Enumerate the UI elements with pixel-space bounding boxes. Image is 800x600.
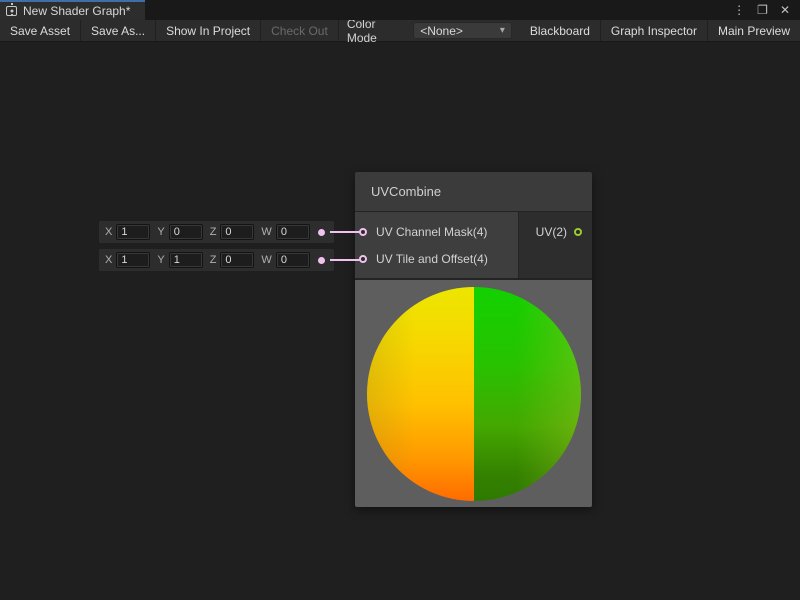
z-input[interactable] <box>220 252 254 268</box>
uv-preview-sphere <box>367 287 581 501</box>
x-input[interactable] <box>116 224 150 240</box>
sphere-right-half <box>474 287 581 501</box>
node-output-section: UV(2) <box>518 212 592 278</box>
show-in-project-button[interactable]: Show In Project <box>156 20 261 41</box>
maximize-icon[interactable]: ❐ <box>753 1 772 19</box>
input-port-label: UV Tile and Offset(4) <box>376 252 488 266</box>
graph-canvas[interactable]: X Y Z W X <box>0 42 800 600</box>
y-input[interactable] <box>169 224 203 240</box>
y-input[interactable] <box>169 252 203 268</box>
y-field: Y <box>157 252 202 268</box>
z-field: Z <box>210 252 255 268</box>
sphere-left-half <box>367 287 474 501</box>
main-preview-button[interactable]: Main Preview <box>708 20 800 41</box>
node-body: UV Channel Mask(4) UV Tile and Offset(4)… <box>355 212 592 278</box>
color-mode-label: Color Mode <box>339 20 413 41</box>
tab-title: New Shader Graph* <box>23 4 130 18</box>
node-input-section: UV Channel Mask(4) UV Tile and Offset(4) <box>355 212 518 278</box>
window-controls: ⋮ ❐ ✕ <box>729 0 800 20</box>
y-label: Y <box>157 226 164 238</box>
input-port-row: UV Tile and Offset(4) <box>359 245 518 272</box>
node-preview <box>355 278 592 507</box>
shader-graph-window: New Shader Graph* ⋮ ❐ ✕ Save Asset Save … <box>0 0 800 600</box>
z-field: Z <box>210 224 255 240</box>
x-label: X <box>105 254 112 266</box>
z-label: Z <box>210 254 217 266</box>
shader-graph-icon <box>6 6 17 16</box>
y-field: Y <box>157 224 202 240</box>
x-input[interactable] <box>116 252 150 268</box>
w-field: W <box>261 252 309 268</box>
input-port-label: UV Channel Mask(4) <box>376 225 487 239</box>
tab-bar: New Shader Graph* ⋮ ❐ ✕ <box>0 0 800 20</box>
close-icon[interactable]: ✕ <box>776 1 794 19</box>
color-mode-dropdown[interactable]: <None> ▾ <box>413 22 512 39</box>
node-title: UVCombine <box>371 184 441 199</box>
w-input[interactable] <box>276 252 310 268</box>
z-label: Z <box>210 226 217 238</box>
chevron-down-icon: ▾ <box>500 25 505 36</box>
input-port-icon[interactable] <box>359 228 367 236</box>
toolbar: Save Asset Save As... Show In Project Ch… <box>0 20 800 42</box>
w-input[interactable] <box>276 224 310 240</box>
output-port-icon[interactable] <box>574 228 582 236</box>
toolbar-right-group: Color Mode <None> ▾ Blackboard Graph Ins… <box>339 20 800 41</box>
y-label: Y <box>157 254 164 266</box>
blackboard-button[interactable]: Blackboard <box>520 20 601 41</box>
w-field: W <box>261 224 309 240</box>
connector-stub[interactable] <box>315 221 329 243</box>
save-asset-button[interactable]: Save Asset <box>0 20 81 41</box>
x-field: X <box>105 224 150 240</box>
connector-dot-icon <box>318 229 325 236</box>
vector4-input-row-1: X Y Z W <box>99 221 334 243</box>
input-port-icon[interactable] <box>359 255 367 263</box>
save-as-button[interactable]: Save As... <box>81 20 156 41</box>
window-menu-icon[interactable]: ⋮ <box>729 1 749 19</box>
w-label: W <box>261 254 271 266</box>
z-input[interactable] <box>220 224 254 240</box>
color-mode-value: <None> <box>420 24 463 38</box>
uvcombine-node[interactable]: UVCombine UV Channel Mask(4) UV Tile and… <box>355 172 592 507</box>
graph-inspector-button[interactable]: Graph Inspector <box>601 20 708 41</box>
vector4-input-row-2: X Y Z W <box>99 249 334 271</box>
connector-stub[interactable] <box>315 249 329 271</box>
input-port-row: UV Channel Mask(4) <box>359 218 518 245</box>
x-label: X <box>105 226 112 238</box>
node-header[interactable]: UVCombine <box>355 172 592 212</box>
connector-dot-icon <box>318 257 325 264</box>
x-field: X <box>105 252 150 268</box>
check-out-button: Check Out <box>261 20 339 41</box>
tab-new-shader-graph[interactable]: New Shader Graph* <box>0 0 145 20</box>
output-port-label: UV(2) <box>536 225 567 239</box>
w-label: W <box>261 226 271 238</box>
output-port-row: UV(2) <box>519 218 592 245</box>
